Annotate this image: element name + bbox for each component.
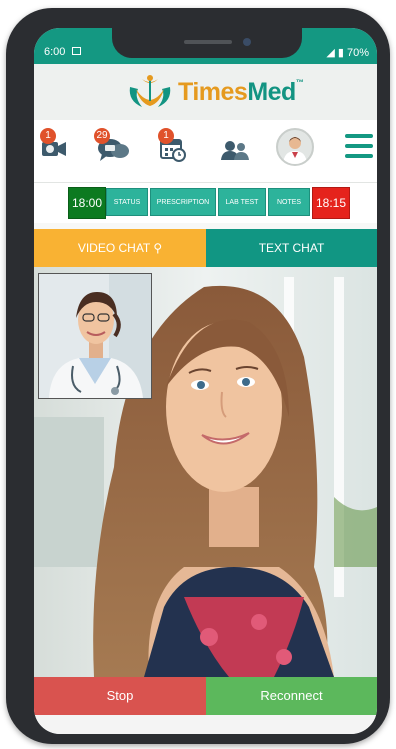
menu-line xyxy=(345,154,373,158)
chat-tabs: VIDEO CHAT ⚲ TEXT CHAT xyxy=(34,229,377,267)
consultation-action-bar: 18:00 STATUS PRESCRIPTION LAB TEST NOTES… xyxy=(34,183,377,223)
doctor-avatar-icon[interactable] xyxy=(276,128,314,166)
front-camera xyxy=(243,38,251,46)
appointments-badge: 1 xyxy=(158,128,174,144)
phone-side-button xyxy=(6,118,12,158)
video-calls-button[interactable]: 1 xyxy=(40,128,68,165)
end-time: 18:15 xyxy=(312,187,350,219)
video-calls-badge: 1 xyxy=(40,128,56,144)
users-icon xyxy=(221,141,249,160)
brand-part-med: Med xyxy=(247,77,296,106)
phone-screen: 6:00 ◢ ▮ 70% TimesMed™ 1 29 1 18:00 STAT… xyxy=(34,28,377,734)
notification-icon xyxy=(72,47,81,55)
notes-button[interactable]: NOTES xyxy=(268,188,310,216)
reconnect-button[interactable]: Reconnect xyxy=(206,677,377,715)
status-right: ◢ ▮ 70% xyxy=(326,46,369,59)
battery-icon: ▮ xyxy=(337,47,344,59)
brand-part-times: Times xyxy=(178,77,248,106)
stop-button[interactable]: Stop xyxy=(34,677,206,715)
hamburger-menu-icon[interactable] xyxy=(345,134,373,160)
trademark-symbol: ™ xyxy=(295,77,304,87)
times-med-logo[interactable]: TimesMed™ xyxy=(124,72,304,112)
status-time: 6:00 xyxy=(44,46,66,58)
speaker-grille xyxy=(184,40,232,44)
phone-notch xyxy=(112,28,302,58)
battery-level: 70% xyxy=(346,47,369,59)
doctor-video-image xyxy=(39,274,151,398)
brand-name: TimesMed™ xyxy=(178,77,304,107)
icon-toolbar: 1 29 1 xyxy=(34,120,377,183)
tab-video-chat[interactable]: VIDEO CHAT ⚲ xyxy=(34,229,206,267)
start-time: 18:00 xyxy=(68,187,106,219)
app-header: TimesMed™ xyxy=(34,64,377,120)
self-view-video[interactable] xyxy=(38,273,152,399)
bottom-safe-area xyxy=(34,715,377,734)
status-button[interactable]: STATUS xyxy=(106,188,148,216)
chat-messages-badge: 29 xyxy=(94,128,110,144)
phone-frame: 6:00 ◢ ▮ 70% TimesMed™ 1 29 1 18:00 STAT… xyxy=(6,8,390,744)
call-controls: Stop Reconnect xyxy=(34,677,377,715)
menu-line xyxy=(345,134,373,138)
appointments-button[interactable]: 1 xyxy=(158,128,186,167)
lab-test-button[interactable]: LAB TEST xyxy=(218,188,266,216)
caduceus-hands-icon xyxy=(129,75,171,107)
phone-volume-down-button xyxy=(6,240,12,295)
tab-text-chat[interactable]: TEXT CHAT xyxy=(206,229,377,267)
phone-volume-up-button xyxy=(6,173,12,228)
signal-icon: ◢ xyxy=(326,47,335,59)
remote-video-feed xyxy=(34,267,377,677)
location-pin-icon: ⚲ xyxy=(153,241,163,255)
tab-video-chat-label: VIDEO CHAT xyxy=(77,241,151,255)
menu-line xyxy=(345,144,373,148)
chat-messages-button[interactable]: 29 xyxy=(94,128,130,167)
doctor-avatar-image xyxy=(278,130,312,164)
prescription-button[interactable]: PRESCRIPTION xyxy=(150,188,216,216)
doctors-button[interactable] xyxy=(220,138,250,167)
